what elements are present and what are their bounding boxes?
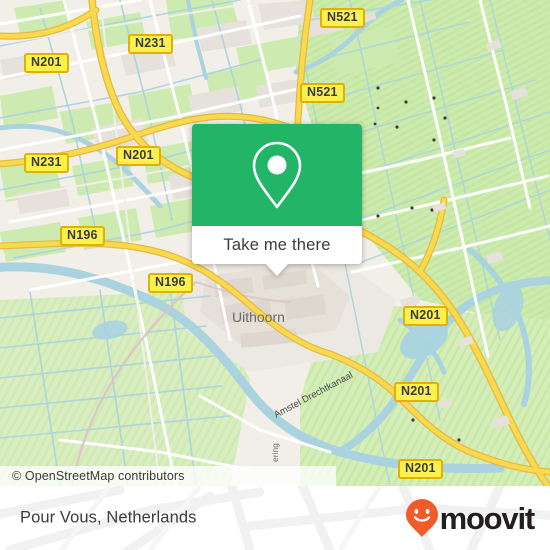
road-shield-label: N201	[31, 55, 62, 69]
osm-attribution-text: © OpenStreetMap contributors	[12, 469, 185, 483]
callout-header	[192, 124, 362, 226]
road-shield-label: N201	[410, 308, 441, 322]
map-screenshot: Uithoorn Amstel Drechtkanaal ering N201 N23…	[0, 0, 550, 550]
road-shield-n196: N196	[60, 226, 105, 247]
road-shield-n196: N196	[148, 273, 193, 294]
road-shield-n201: N201	[116, 146, 161, 167]
road-shield-label: N231	[31, 155, 62, 169]
footer-bar: Pour Vous, Netherlands moovit	[0, 486, 550, 550]
place-title: Pour Vous, Netherlands	[20, 508, 197, 527]
road-shield-label: N201	[401, 384, 432, 398]
road-shield-label: N231	[135, 36, 166, 50]
road-shield-n521: N521	[300, 83, 345, 104]
road-shield-label: N196	[155, 275, 186, 289]
moovit-logo[interactable]: moovit	[405, 498, 536, 538]
road-shield-n201: N201	[398, 459, 443, 480]
osm-attribution[interactable]: © OpenStreetMap contributors	[0, 466, 336, 486]
map-label: ering	[270, 443, 280, 462]
road-shield-label: N201	[405, 461, 436, 475]
location-pin-icon	[252, 141, 302, 209]
road-shield-label: N521	[327, 10, 358, 24]
map-label: Uithoorn	[232, 309, 285, 325]
road-shield-label: N521	[307, 85, 338, 99]
take-me-there-button[interactable]: Take me there	[192, 226, 362, 264]
road-shield-label: N196	[67, 228, 98, 242]
callout-pointer	[266, 264, 288, 276]
road-shield-n201: N201	[24, 53, 69, 74]
take-me-there-label: Take me there	[223, 235, 331, 254]
road-shield-n201: N201	[403, 306, 448, 327]
road-shield-label: N201	[123, 148, 154, 162]
map-callout-card[interactable]: Take me there	[192, 124, 362, 276]
road-shield-n231: N231	[24, 153, 69, 174]
road-shield-n521: N521	[320, 8, 365, 29]
road-shield-n231: N231	[128, 34, 173, 55]
moovit-smiley-pin-icon	[405, 499, 438, 537]
moovit-wordmark: moovit	[439, 500, 536, 536]
road-shield-n201: N201	[394, 382, 439, 403]
